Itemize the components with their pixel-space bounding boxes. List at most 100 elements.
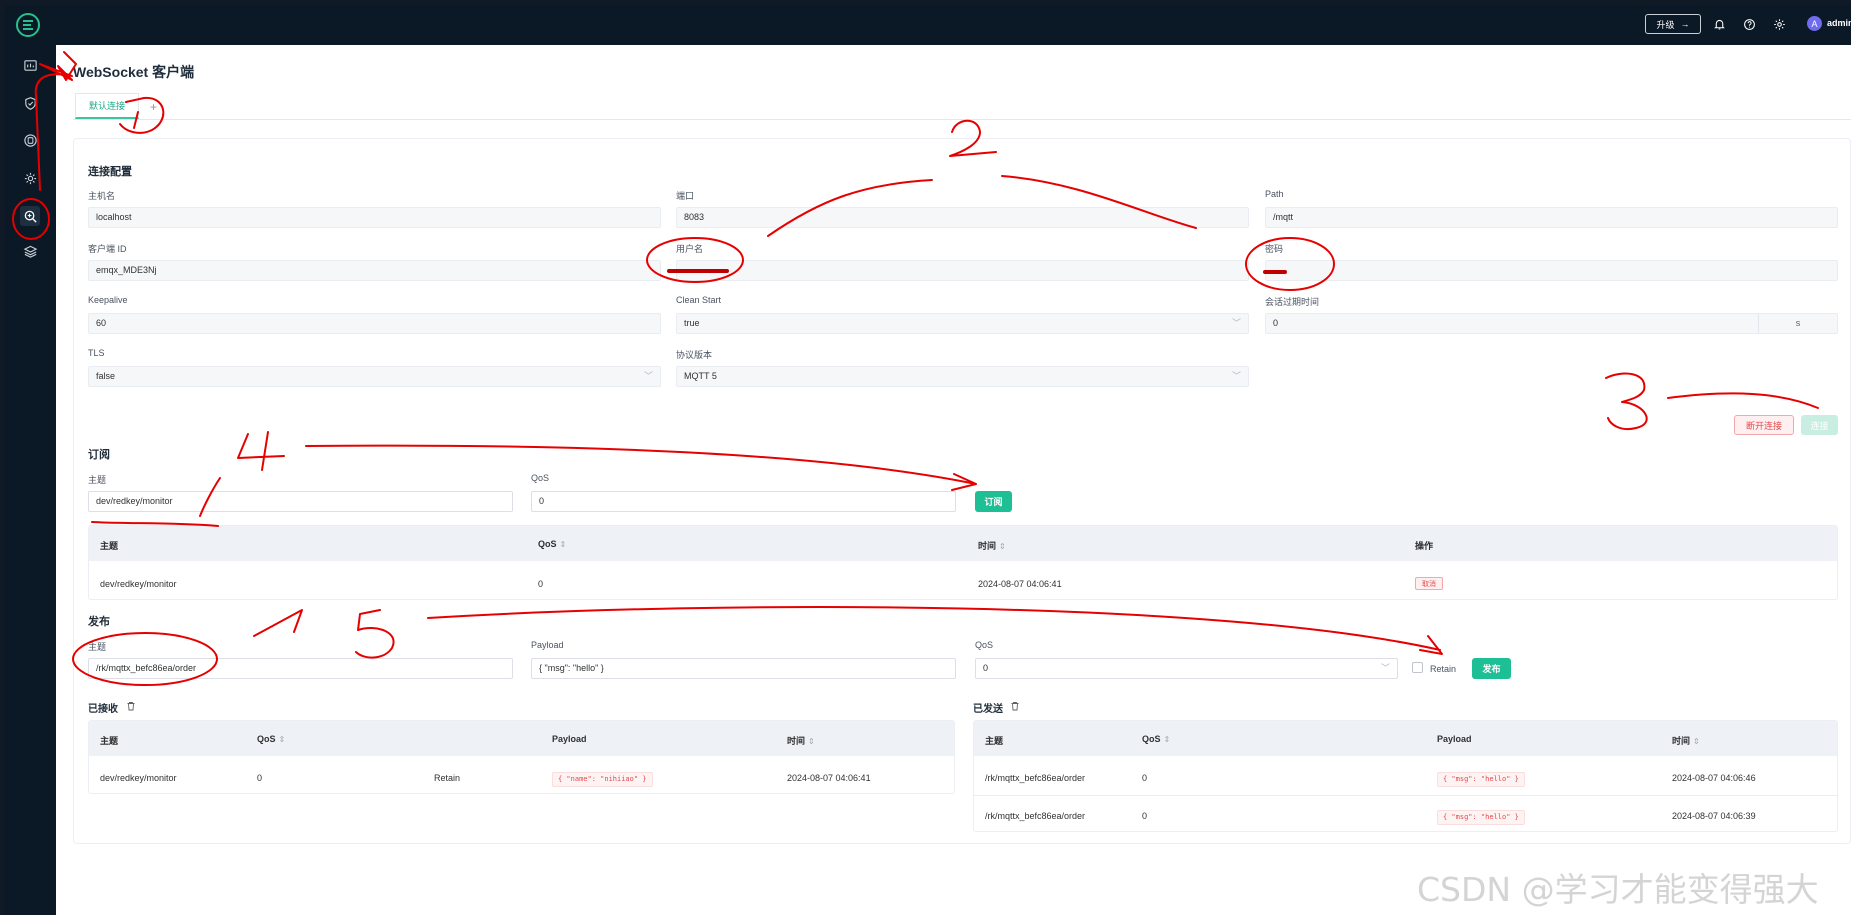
upgrade-button[interactable]: 升级 → — [1645, 14, 1701, 34]
emqx-logo[interactable] — [14, 11, 42, 39]
tls-value: false — [96, 371, 116, 381]
session-expiry-input[interactable]: 0s — [1265, 313, 1838, 334]
col-topic: 主题 — [985, 736, 1004, 746]
publish-topic-value: /rk/mqttx_befc86ea/order — [96, 663, 197, 673]
clientid-input[interactable]: emqx_MDE3Nj — [88, 260, 661, 281]
watermark: CSDN @学习才能变得强大 — [1417, 870, 1819, 909]
shield-icon[interactable] — [20, 93, 40, 113]
col-time-label: 时间 — [787, 736, 806, 746]
subscribe-qos-label: QoS — [531, 473, 550, 483]
payload-value: { "msg": "hello" } — [539, 663, 604, 673]
trash-icon[interactable] — [126, 701, 136, 711]
database-icon[interactable] — [20, 130, 40, 150]
table-cell-time: 2024-08-07 04:06:41 — [787, 773, 871, 783]
avatar[interactable]: A — [1807, 16, 1822, 31]
connection-section-title: 连接配置 — [88, 166, 132, 178]
keepalive-value: 60 — [96, 318, 107, 328]
keepalive-input[interactable]: 60 — [88, 313, 661, 334]
sort-icon: ⇕ — [1693, 737, 1700, 746]
subscribe-button[interactable]: 订阅 — [975, 491, 1012, 512]
table-cell-qos: 0 — [1142, 811, 1148, 821]
page-title: WebSocket 客户端 — [73, 64, 195, 80]
subscribe-topic-value: dev/redkey/monitor — [96, 496, 173, 506]
sort-icon: ⇕ — [278, 735, 286, 744]
protocol-value: MQTT 5 — [684, 371, 717, 381]
col-time-label: 时间 — [978, 541, 997, 551]
unsubscribe-label: 取消 — [1422, 580, 1436, 588]
col-qos[interactable]: QoS ⇕ — [257, 734, 285, 744]
subscribe-topic-input[interactable]: dev/redkey/monitor — [88, 491, 513, 512]
col-topic: 主题 — [100, 541, 119, 551]
table-header — [89, 526, 1837, 561]
publish-qos-select[interactable]: 0 ﹀ — [975, 658, 1398, 679]
port-value: 8083 — [684, 212, 705, 222]
col-time[interactable]: 时间 ⇕ — [978, 539, 1006, 552]
unsubscribe-button[interactable]: 取消 — [1415, 577, 1443, 590]
tls-label: TLS — [88, 348, 105, 358]
user-name[interactable]: admin — [1827, 18, 1851, 28]
subscriptions-table: 主题 QoS ⇕ 时间 ⇕ 操作 dev/redkey/monitor 0 2024… — [88, 525, 1838, 600]
path-label: Path — [1265, 189, 1284, 199]
session-expiry-value: 0 — [1273, 318, 1279, 328]
password-label: 密码 — [1265, 244, 1284, 254]
port-input[interactable]: 8083 — [676, 207, 1249, 228]
chevron-down-icon: ﹀ — [1231, 371, 1241, 381]
table-cell-topic: dev/redkey/monitor — [100, 773, 177, 783]
table-cell-time: 2024-08-07 04:06:39 — [1672, 811, 1756, 821]
path-input[interactable]: /mqtt — [1265, 207, 1838, 228]
table-cell-topic: dev/redkey/monitor — [100, 579, 177, 589]
tab-label: 默认连接 — [88, 101, 125, 111]
help-icon[interactable] — [1741, 16, 1757, 32]
sent-table: 主题 QoS ⇕ Payload 时间 ⇕ /rk/mqttx_befc86ea/o… — [973, 720, 1838, 832]
username-input[interactable] — [676, 260, 1249, 281]
trash-icon[interactable] — [1010, 701, 1020, 711]
top-bar — [5, 5, 1851, 45]
bell-icon[interactable] — [1711, 16, 1727, 32]
gear-cog-icon[interactable] — [20, 168, 40, 188]
cleanstart-select[interactable]: true ﹀ — [676, 313, 1249, 334]
col-qos[interactable]: QoS ⇕ — [1142, 734, 1170, 744]
layers-icon[interactable] — [20, 241, 40, 261]
col-qos[interactable]: QoS ⇕ — [538, 539, 566, 549]
tab-default-connection[interactable]: 默认连接 — [75, 93, 139, 119]
table-cell-retain: Retain — [434, 773, 461, 783]
connect-button[interactable]: 连接 — [1801, 415, 1838, 435]
host-label: 主机名 — [88, 191, 116, 201]
publish-topic-input[interactable]: /rk/mqttx_befc86ea/order — [88, 658, 513, 679]
arrow-right-icon: → — [1680, 19, 1690, 29]
col-time[interactable]: 时间 ⇕ — [1672, 734, 1700, 747]
path-value: /mqtt — [1273, 212, 1294, 222]
dashboard-icon[interactable] — [20, 55, 40, 75]
received-table: 主题 QoS ⇕ Payload 时间 ⇕ dev/redkey/monitor 0… — [88, 720, 955, 794]
table-cell-qos: 0 — [257, 773, 263, 783]
subscribe-qos-select[interactable]: 0 — [531, 491, 956, 512]
retain-checkbox[interactable] — [1412, 662, 1423, 673]
col-action: 操作 — [1415, 541, 1434, 551]
row-divider — [974, 795, 1837, 796]
subscribe-topic-label: 主题 — [88, 475, 107, 485]
table-cell-topic: /rk/mqttx_befc86ea/order — [985, 773, 1086, 783]
host-input[interactable]: localhost — [88, 207, 661, 228]
password-input[interactable] — [1265, 260, 1838, 281]
diagnose-search-icon[interactable] — [20, 206, 40, 226]
col-qos-label: QoS — [257, 734, 276, 744]
subscribe-qos-value: 0 — [539, 496, 545, 506]
disconnect-button[interactable]: 断开连接 — [1734, 415, 1794, 435]
host-value: localhost — [96, 212, 132, 222]
table-header — [89, 721, 954, 756]
settings-icon[interactable] — [1771, 16, 1787, 32]
tls-select[interactable]: false ﹀ — [88, 366, 661, 387]
col-time[interactable]: 时间 ⇕ — [787, 734, 815, 747]
sort-icon: ⇕ — [559, 540, 567, 549]
chevron-down-icon: ﹀ — [643, 371, 653, 381]
table-cell-time: 2024-08-07 04:06:46 — [1672, 773, 1756, 783]
col-payload: Payload — [1437, 734, 1472, 744]
clientid-value: emqx_MDE3Nj — [96, 265, 157, 275]
payload-input[interactable]: { "msg": "hello" } — [531, 658, 956, 679]
chevron-down-icon: ﹀ — [1231, 318, 1241, 328]
received-title: 已接收 — [88, 704, 118, 715]
protocol-select[interactable]: MQTT 5 ﹀ — [676, 366, 1249, 387]
table-cell-time: 2024-08-07 04:06:41 — [978, 579, 1062, 589]
publish-button[interactable]: 发布 — [1472, 658, 1511, 679]
add-tab-button[interactable]: + — [150, 100, 157, 114]
